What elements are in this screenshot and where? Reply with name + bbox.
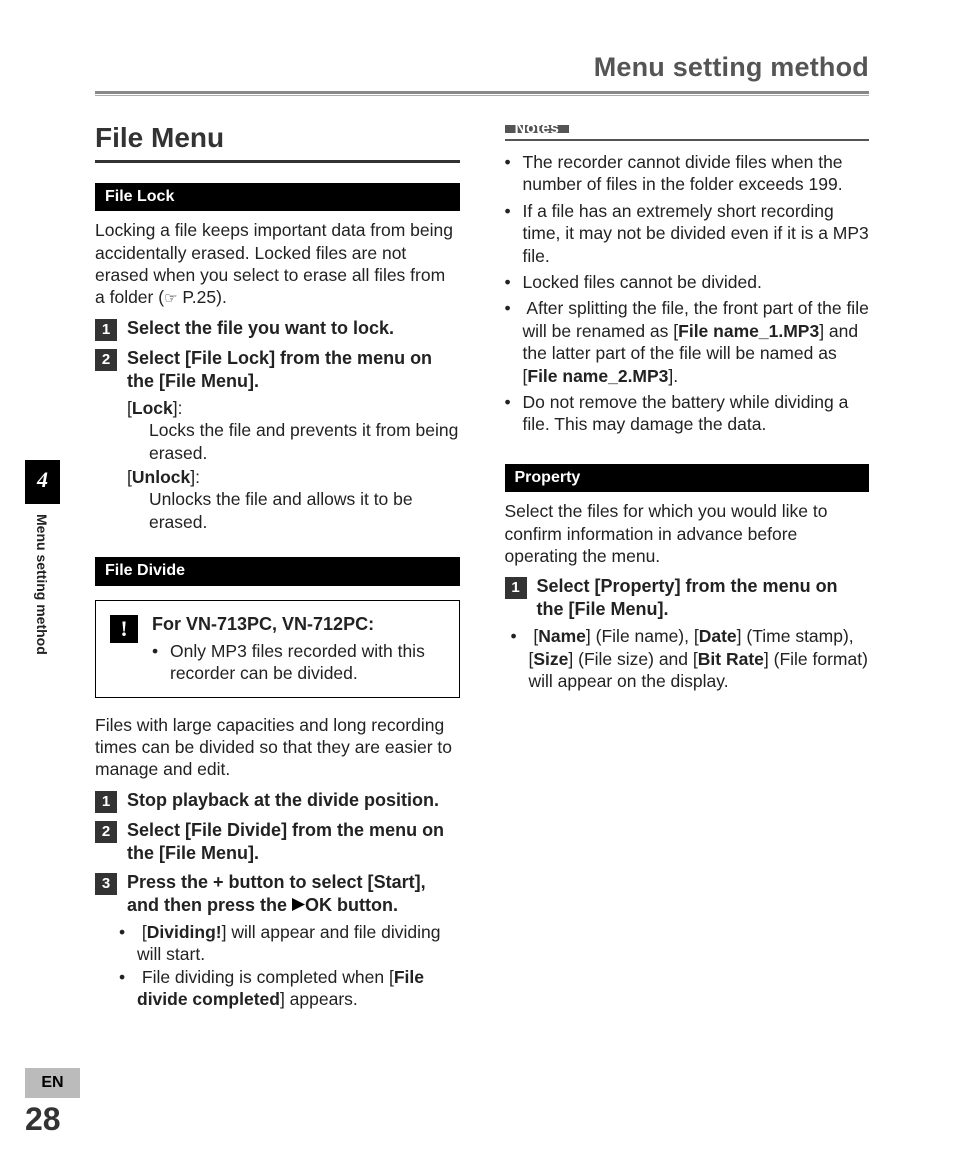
header-rule-thick bbox=[95, 91, 869, 94]
lock-option: [Lock]: Locks the file and prevents it f… bbox=[127, 397, 460, 464]
step-number-icon: 2 bbox=[95, 821, 117, 843]
heading-file-lock: File Lock bbox=[95, 183, 460, 211]
warning-title: For VN-713PC, VN-712PC: bbox=[152, 613, 443, 636]
list-item: File dividing is completed when [File di… bbox=[137, 966, 460, 1011]
list-item: [Dividing!] will appear and file dividin… bbox=[137, 921, 460, 966]
notes-header-row: Notes bbox=[505, 125, 870, 141]
content-columns: File Menu File Lock Locking a file keeps… bbox=[95, 120, 869, 1010]
header-title: Menu setting method bbox=[95, 50, 869, 91]
lock-desc: Locks the file and prevents it from bein… bbox=[149, 419, 460, 464]
exclamation-icon: ! bbox=[110, 615, 138, 643]
heading-property: Property bbox=[505, 464, 870, 492]
intro-ref: P.25). bbox=[178, 287, 227, 307]
step-text: Select [File Divide] from the menu on th… bbox=[127, 819, 460, 865]
intro-text: Locking a file keeps important data from… bbox=[95, 220, 453, 307]
file-lock-step-2: 2 Select [File Lock] from the menu on th… bbox=[95, 347, 460, 393]
list-item: The recorder cannot divide files when th… bbox=[523, 151, 870, 196]
unlock-option: [Unlock]: Unlocks the file and allows it… bbox=[127, 466, 460, 533]
step-number-icon: 1 bbox=[95, 319, 117, 341]
file-divide-step-1: 1 Stop playback at the divide position. bbox=[95, 789, 460, 813]
step-text: Select [Property] from the menu on the [… bbox=[537, 575, 870, 621]
step-text: Stop playback at the divide position. bbox=[127, 789, 460, 812]
warning-item: Only MP3 files recorded with this record… bbox=[170, 640, 443, 685]
right-column: Notes The recorder cannot divide files w… bbox=[505, 125, 870, 1010]
heading-notes: Notes bbox=[505, 125, 569, 133]
file-divide-intro: Files with large capacities and long rec… bbox=[95, 714, 460, 781]
unlock-label: [Unlock]: bbox=[127, 466, 460, 488]
header-rule-thin bbox=[95, 95, 869, 96]
heading-file-divide: File Divide bbox=[95, 557, 460, 585]
left-column: File Menu File Lock Locking a file keeps… bbox=[95, 120, 460, 1010]
notes-list: The recorder cannot divide files when th… bbox=[523, 151, 870, 436]
step-text: Press the + button to select [Start], an… bbox=[127, 871, 460, 917]
list-item: After splitting the file, the front part… bbox=[523, 297, 870, 387]
unlock-desc: Unlocks the file and allows it to be era… bbox=[149, 488, 460, 533]
file-divide-step-2: 2 Select [File Divide] from the menu on … bbox=[95, 819, 460, 865]
file-lock-step-1: 1 Select the file you want to lock. bbox=[95, 317, 460, 341]
warning-body: For VN-713PC, VN-712PC: Only MP3 files r… bbox=[152, 613, 443, 685]
file-lock-intro: Locking a file keeps important data from… bbox=[95, 219, 460, 309]
file-divide-bullets: [Dividing!] will appear and file dividin… bbox=[137, 921, 460, 1011]
section-rule bbox=[95, 160, 460, 163]
step-number-icon: 1 bbox=[95, 791, 117, 813]
step-number-icon: 3 bbox=[95, 873, 117, 895]
list-item: Do not remove the battery while dividing… bbox=[523, 391, 870, 436]
list-item: If a file has an extremely short recordi… bbox=[523, 200, 870, 267]
play-icon bbox=[292, 895, 305, 915]
property-intro: Select the files for which you would lik… bbox=[505, 500, 870, 567]
warning-box: ! For VN-713PC, VN-712PC: Only MP3 files… bbox=[95, 600, 460, 698]
list-item: Locked files cannot be divided. bbox=[523, 271, 870, 293]
section-title-file-menu: File Menu bbox=[95, 120, 460, 156]
step-text: Select the file you want to lock. bbox=[127, 317, 460, 340]
page-header: Menu setting method bbox=[95, 50, 869, 96]
chapter-number: 4 bbox=[25, 460, 60, 504]
language-tab: EN bbox=[25, 1068, 80, 1098]
step-text: Select [File Lock] from the menu on the … bbox=[127, 347, 460, 393]
property-step-1: 1 Select [Property] from the menu on the… bbox=[505, 575, 870, 621]
pointer-icon: ☞ bbox=[164, 290, 177, 307]
page-number: 28 bbox=[25, 1099, 61, 1140]
step-number-icon: 1 bbox=[505, 577, 527, 599]
property-bullets: [Name] (File name), [Date] (Time stamp),… bbox=[529, 625, 870, 692]
lock-label: [Lock]: bbox=[127, 397, 460, 419]
file-divide-step-3: 3 Press the + button to select [Start], … bbox=[95, 871, 460, 917]
list-item: [Name] (File name), [Date] (Time stamp),… bbox=[529, 625, 870, 692]
step-number-icon: 2 bbox=[95, 349, 117, 371]
chapter-side-tab: 4 Menu setting method bbox=[25, 460, 60, 655]
chapter-label: Menu setting method bbox=[32, 504, 50, 655]
